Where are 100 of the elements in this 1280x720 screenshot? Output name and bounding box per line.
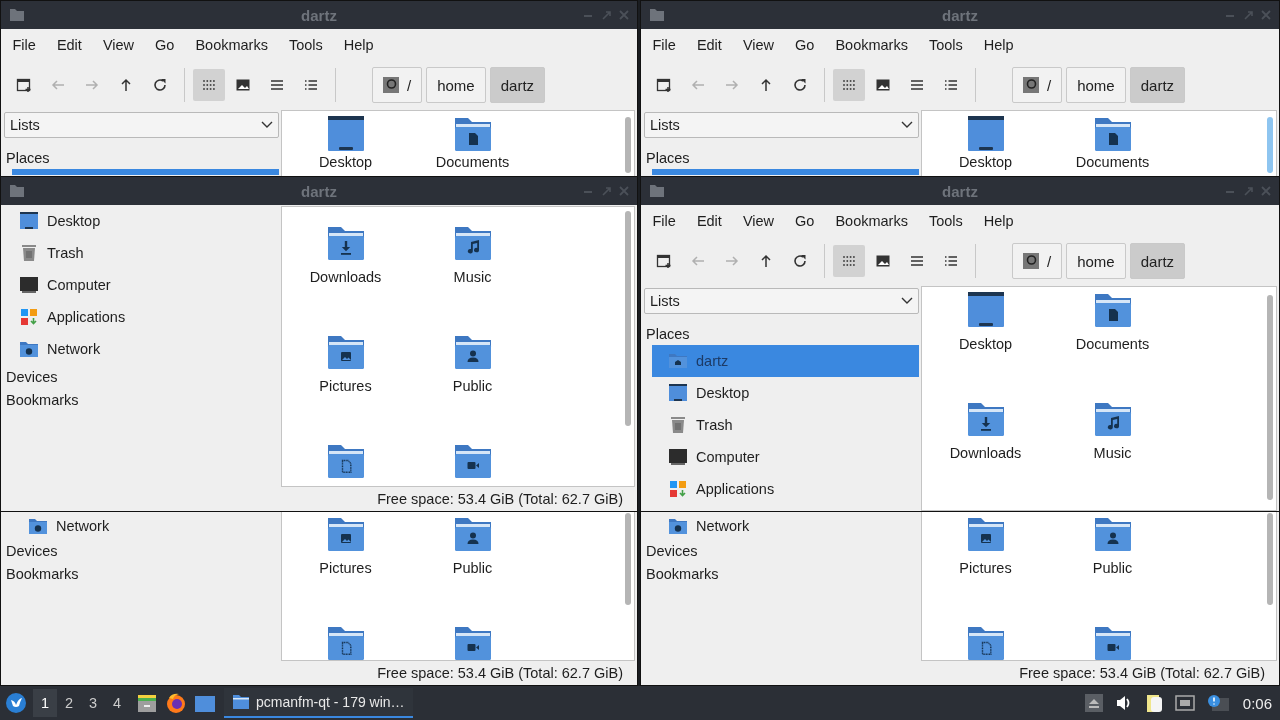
scrollbar[interactable] <box>625 117 631 173</box>
status-text: Free space: 53.4 GiB (Total: 62.7 GiB) <box>376 490 624 509</box>
scrollbar[interactable] <box>1267 117 1273 173</box>
places-dropdown[interactable]: Lists <box>4 112 279 138</box>
sidebar-item[interactable]: Network <box>3 333 279 365</box>
network-icon[interactable] <box>1174 694 1195 712</box>
path-button[interactable]: / <box>372 67 423 103</box>
new-window-icon <box>656 77 672 93</box>
menu-item[interactable]: File <box>642 213 687 229</box>
sidebar-section-header[interactable]: Devices <box>643 539 919 562</box>
folder-item[interactable]: Desktop <box>922 290 1049 399</box>
image-icon <box>875 253 891 269</box>
menu-item[interactable]: Tools <box>918 213 974 229</box>
path-button[interactable]: / <box>1012 67 1063 103</box>
trash-icon <box>668 415 688 435</box>
taskbar-window-button[interactable]: pcmanfm-qt - 179 win… <box>224 688 413 718</box>
menu-item[interactable]: View <box>732 37 785 53</box>
menu-item[interactable]: Help <box>333 37 385 53</box>
browser-icon[interactable] <box>165 692 187 714</box>
scrollbar[interactable] <box>1267 513 1273 605</box>
path-button[interactable]: / <box>1012 243 1063 279</box>
lines-icon <box>269 77 285 93</box>
menu-item[interactable]: Edit <box>686 37 733 53</box>
menu-item[interactable]: Bookmarks <box>824 37 919 53</box>
folder-item[interactable]: Music <box>409 223 536 332</box>
sidebar-item[interactable]: Network <box>652 513 919 539</box>
menu-item[interactable]: View <box>732 213 785 229</box>
sidebar-section-header[interactable]: Devices <box>3 365 279 388</box>
workspace-button[interactable]: 3 <box>81 689 105 717</box>
path-button[interactable]: home <box>1066 243 1126 279</box>
folder-item[interactable]: Music <box>1049 399 1176 508</box>
menu-item[interactable]: Help <box>973 213 1025 229</box>
desktop-icon <box>668 383 688 403</box>
sidebar-item[interactable]: Desktop <box>652 377 919 409</box>
folder-item[interactable]: Pictures <box>282 332 409 441</box>
applications-icon <box>668 479 688 499</box>
path-button[interactable]: dartz <box>1129 67 1186 103</box>
folder-item[interactable]: Pictures <box>282 514 409 623</box>
workspace-button[interactable]: 2 <box>57 689 81 717</box>
folder-item[interactable]: Public <box>409 332 536 441</box>
menu-item[interactable]: File <box>2 37 47 53</box>
menu-item[interactable]: File <box>642 37 687 53</box>
folder-item[interactable]: Public <box>1049 514 1176 623</box>
sidebar-item[interactable]: Network <box>12 513 279 539</box>
menu-item[interactable]: Edit <box>46 37 93 53</box>
sidebar-item[interactable]: Desktop <box>3 205 279 237</box>
sidebar-section-header[interactable]: Bookmarks <box>3 562 279 585</box>
sidebar-section-header[interactable]: Devices <box>3 539 279 562</box>
path-button[interactable]: home <box>426 67 486 103</box>
places-dropdown[interactable]: Lists <box>644 288 919 314</box>
sidebar-section-header[interactable]: Places <box>3 146 279 169</box>
workspace-button[interactable]: 4 <box>105 689 129 717</box>
path-button[interactable]: dartz <box>1129 243 1186 279</box>
menu-item[interactable]: Go <box>784 213 825 229</box>
sidebar-item[interactable]: Applications <box>652 473 919 505</box>
menu-item[interactable]: Bookmarks <box>824 213 919 229</box>
scrollbar[interactable] <box>625 513 631 605</box>
folder-item[interactable]: Documents <box>409 114 536 176</box>
sidebar-item[interactable]: Computer <box>652 441 919 473</box>
start-menu-icon[interactable] <box>5 692 27 714</box>
folder-item[interactable]: Documents <box>1049 290 1176 399</box>
workspace-button[interactable]: 1 <box>33 689 57 717</box>
folder-item[interactable]: Downloads <box>922 399 1049 508</box>
sidebar-item[interactable]: Applications <box>3 301 279 333</box>
folder-icon <box>649 7 665 23</box>
menu-item[interactable]: Edit <box>686 213 733 229</box>
file-cabinet-icon[interactable] <box>136 692 158 714</box>
sidebar-item[interactable]: Trash <box>652 409 919 441</box>
menu-item[interactable]: Tools <box>918 37 974 53</box>
menu-item[interactable]: Tools <box>278 37 334 53</box>
menu-item[interactable]: Go <box>784 37 825 53</box>
sidebar-section-header[interactable]: Bookmarks <box>3 388 279 411</box>
menu-item[interactable]: View <box>92 37 145 53</box>
notification-icon[interactable] <box>1206 694 1229 712</box>
sidebar-section-header[interactable]: Places <box>643 322 919 345</box>
clipboard-icon[interactable] <box>1144 693 1163 713</box>
eject-icon[interactable] <box>1084 694 1103 712</box>
folder-item[interactable]: Downloads <box>282 223 409 332</box>
image-icon <box>875 77 891 93</box>
places-dropdown[interactable]: Lists <box>644 112 919 138</box>
folder-item[interactable]: Public <box>409 514 536 623</box>
path-button[interactable]: dartz <box>489 67 546 103</box>
menu-item[interactable]: Go <box>144 37 185 53</box>
sidebar-section-header[interactable]: Bookmarks <box>643 562 919 585</box>
menu-item[interactable]: Bookmarks <box>184 37 279 53</box>
sidebar-item[interactable]: Trash <box>3 237 279 269</box>
folder-item[interactable]: Desktop <box>282 114 409 176</box>
desktop-icon <box>965 114 1006 154</box>
sidebar-section-header[interactable]: Places <box>643 146 919 169</box>
menu-item[interactable]: Help <box>973 37 1025 53</box>
clock: 0:06 <box>1242 694 1272 712</box>
folder-item[interactable]: Documents <box>1049 114 1176 176</box>
sidebar-item[interactable]: Computer <box>3 269 279 301</box>
folder-item[interactable]: Pictures <box>922 514 1049 623</box>
desktop-icon <box>19 211 39 231</box>
scrollbar[interactable] <box>1267 295 1273 500</box>
scrollbar[interactable] <box>625 211 631 426</box>
path-button[interactable]: home <box>1066 67 1126 103</box>
reload-icon <box>152 77 168 93</box>
folder-item[interactable]: Desktop <box>922 114 1049 176</box>
